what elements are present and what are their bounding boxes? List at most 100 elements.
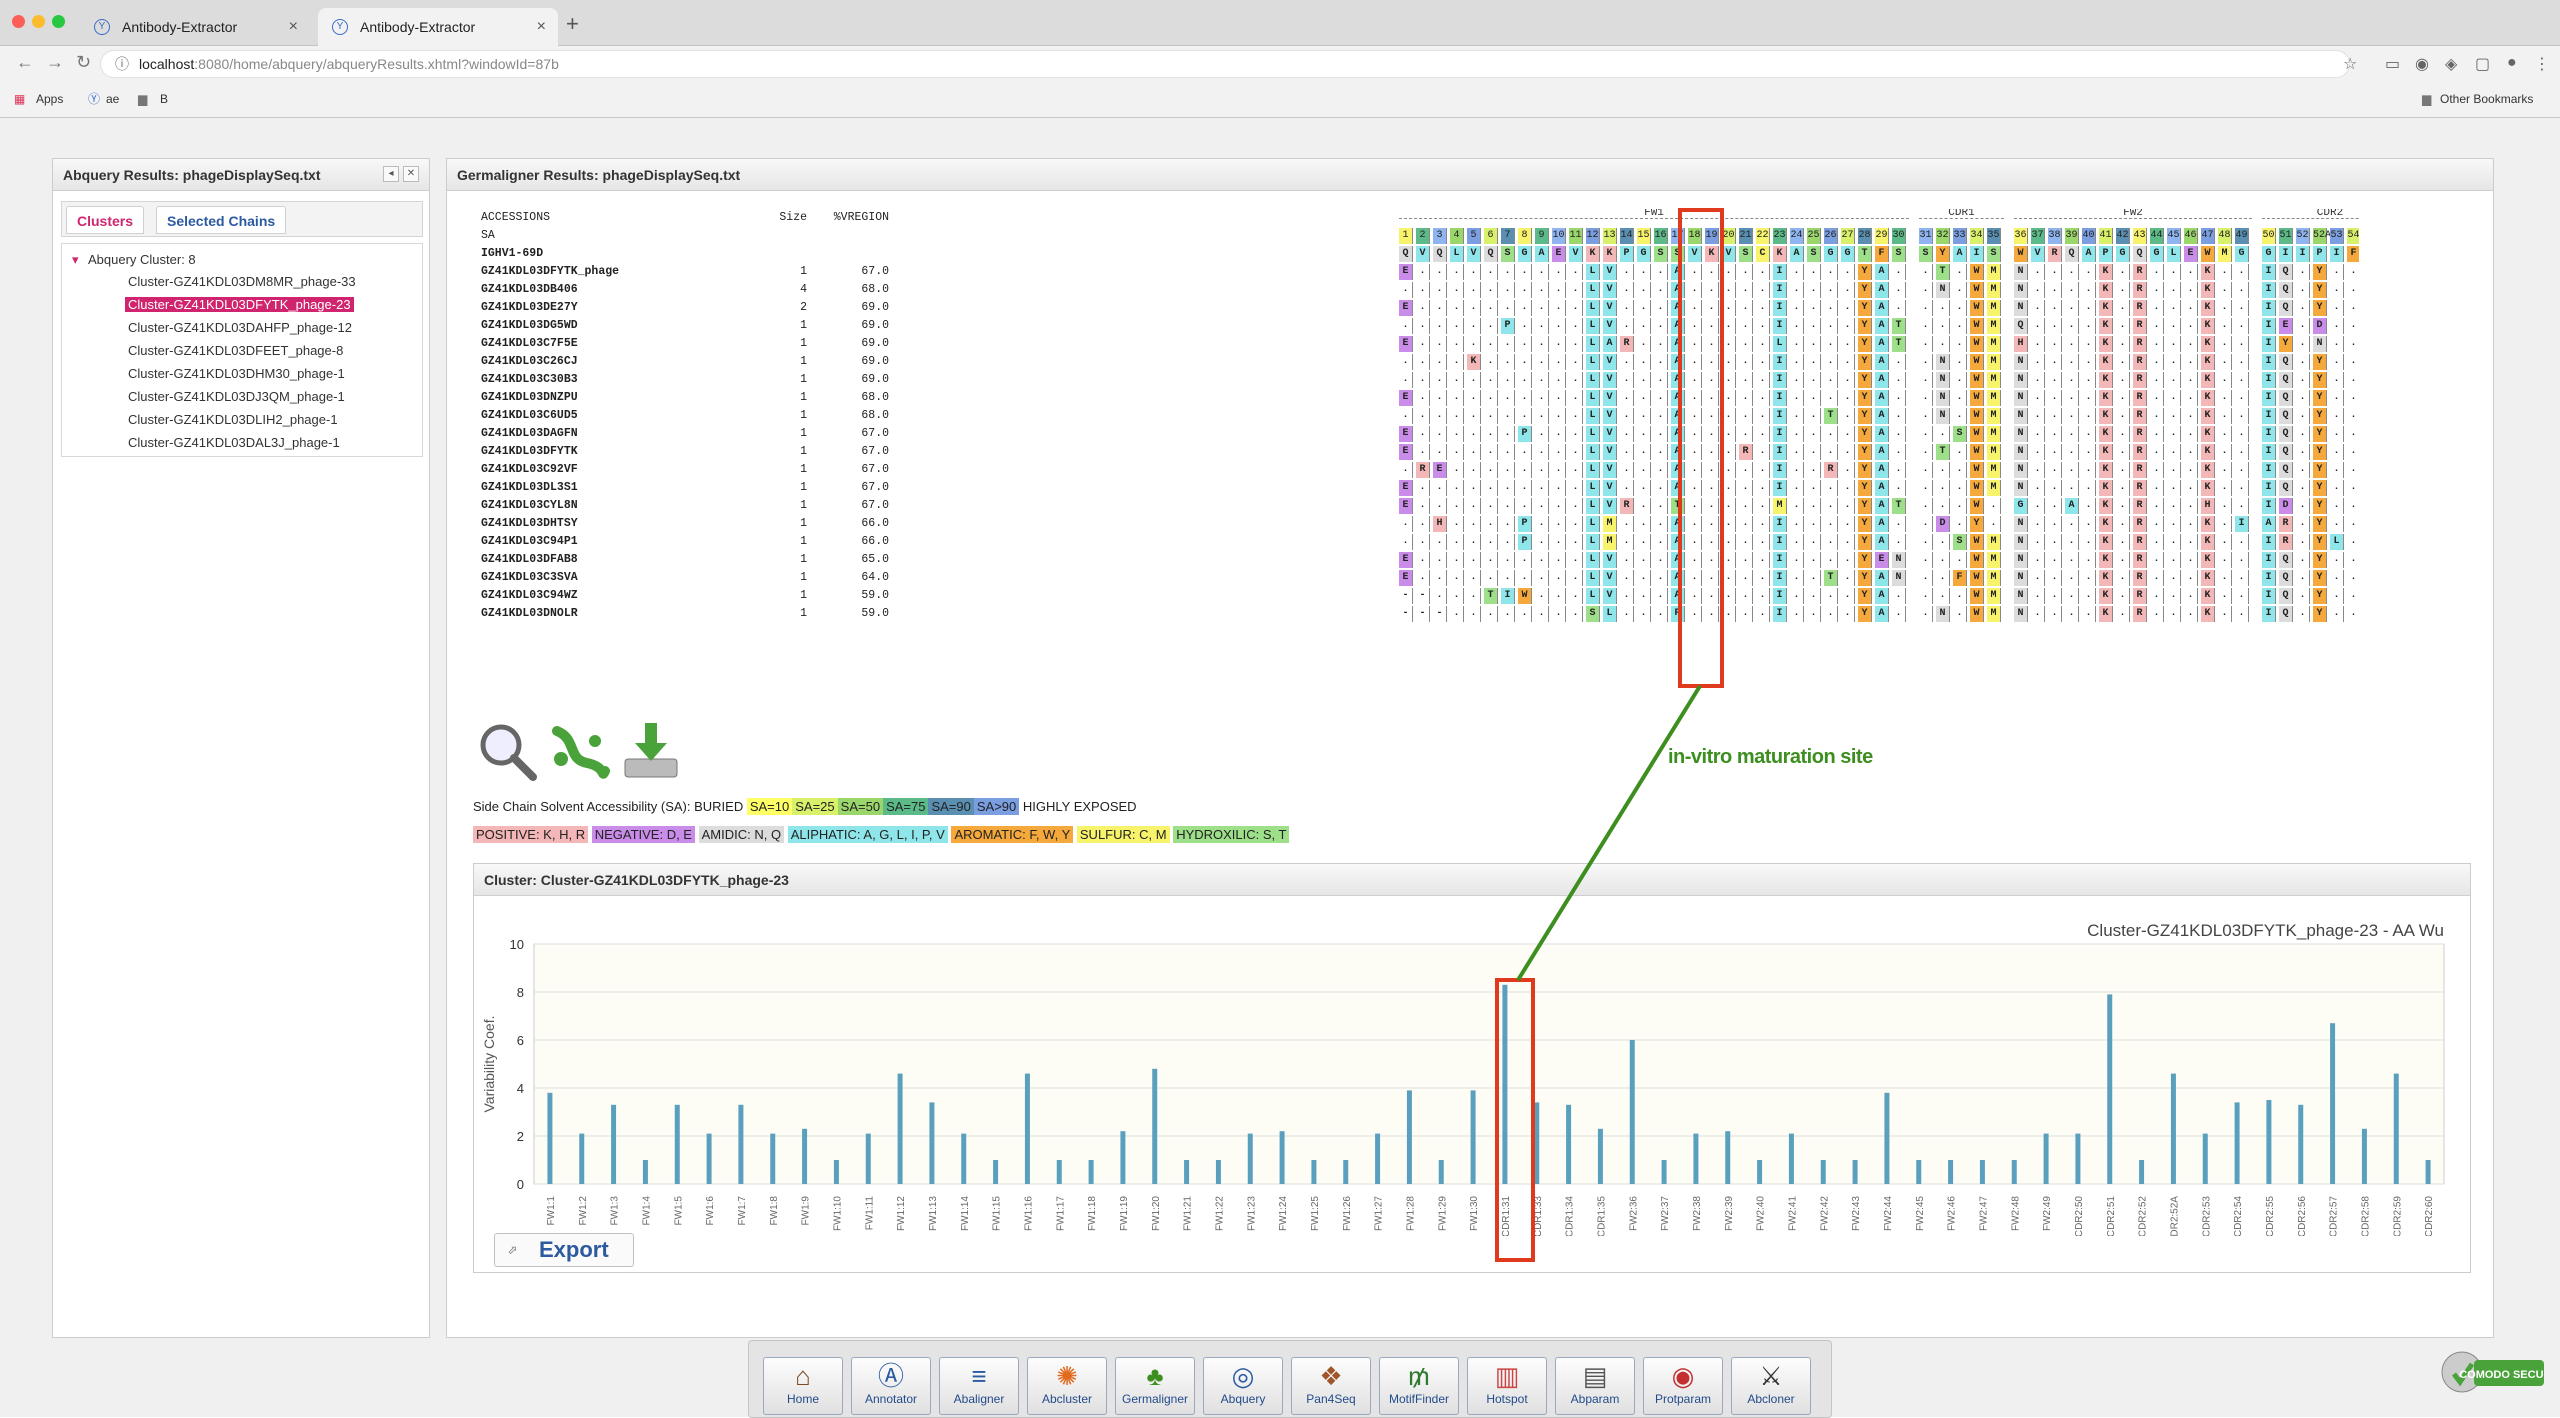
extension-icon[interactable]: ▢ [2475, 54, 2490, 74]
alignment-row[interactable]: GZ41KDL03C94P1 1 66.0....... P... L M... A....… [479, 533, 2359, 551]
residue-cell: . [1552, 264, 1566, 280]
close-tab-icon[interactable]: × [289, 8, 298, 46]
alignment-row[interactable]: GZ41KDL03CYL8N 1 67.0 E.......... L V R.. T....… [479, 497, 2359, 515]
x-tick-label: FW2:48 [2010, 1196, 2021, 1231]
back-icon[interactable]: ← [16, 52, 34, 73]
residue-cell: . [1450, 300, 1464, 316]
zoom-window-button[interactable] [52, 15, 65, 28]
close-panel-icon[interactable]: ✕ [403, 166, 419, 182]
dock-hotspot-button[interactable]: ▥ Hotspot [1467, 1357, 1547, 1415]
alignment-row[interactable]: GZ41KDL03C30B3 1 69.0........... L V... A....… [479, 371, 2359, 389]
tree-expand-icon[interactable]: ▾ [72, 252, 79, 268]
search-icon[interactable] [475, 719, 539, 783]
tab-clusters[interactable]: Clusters [66, 206, 145, 234]
alignment-row[interactable]: GZ41KDL03DL3S1 1 67.0 E.......... L V... A....… [479, 479, 2359, 497]
cluster-item[interactable]: Cluster-GZ41KDL03DLIH2_phage-1 [128, 412, 338, 427]
position-number: 51 [2279, 228, 2293, 244]
alignment-row[interactable]: GZ41KDL03DB406 4 68.0........... L V... A....… [479, 281, 2359, 299]
dock-abaligner-button[interactable]: ≡ Abaligner [939, 1357, 1019, 1415]
residue-cell: . [2082, 354, 2096, 370]
alignment-row[interactable]: GZ41KDL03C94WZ 1 59.0- -... T I W... L V... A....… [479, 587, 2359, 605]
residue-cell: . [1722, 390, 1736, 406]
alignment-row[interactable]: GZ41KDL03DFYTK_phage 1 67.0 E.......... L V..… [479, 263, 2359, 281]
browser-tab-1[interactable]: Y Antibody-Extractor × [80, 8, 310, 46]
alignment-row[interactable]: GZ41KDL03DNZPU 1 68.0 E.......... L V... A....… [479, 389, 2359, 407]
residue-cell: . [1807, 390, 1821, 406]
residue-cell: Y [1858, 462, 1872, 478]
url-field[interactable]: ⓘ localhost:8080/home/abquery/abqueryRes… [100, 50, 2350, 78]
new-tab-icon[interactable]: + [566, 11, 579, 37]
alignment-row[interactable]: GZ41KDL03C26CJ 1 69.0.... K...... L V... A....… [479, 353, 2359, 371]
cluster-item[interactable]: Cluster-GZ41KDL03DFYTK_phage-23 [125, 297, 354, 312]
germline-row[interactable]: IGHV1-69D Q V Q L V Q S G A E V K K P G S S V K V S C K A S G G T F S S… [479, 245, 2359, 263]
download-icon[interactable] [619, 719, 683, 783]
dock-abparam-button[interactable]: ▤ Abparam [1555, 1357, 1635, 1415]
cluster-item[interactable]: Cluster-GZ41KDL03DM8MR_phage-33 [128, 274, 356, 289]
residue-cell: . [2082, 534, 2096, 550]
alignment-row[interactable]: GZ41KDL03DG5WD 1 69.0...... P.... L V... A....… [479, 317, 2359, 335]
bookmark-ae[interactable]: ae [106, 84, 119, 114]
bookmark-star-icon[interactable]: ☆ [2343, 54, 2357, 74]
cluster-item[interactable]: Cluster-GZ41KDL03DHM30_phage-1 [128, 366, 345, 381]
dock-abcloner-button[interactable]: ⚔ Abcloner [1731, 1357, 1811, 1415]
alignment-row[interactable]: GZ41KDL03C92VF 1 67.0. R E........ L V... A....… [479, 461, 2359, 479]
alignment-row[interactable]: GZ41KDL03DFYTK 1 67.0 E.......... L V... A... R… [479, 443, 2359, 461]
alignment-row[interactable]: GZ41KDL03C7F5E 1 69.0 E.......... L A R.. A....… [479, 335, 2359, 353]
cluster-item[interactable]: Cluster-GZ41KDL03DFEET_phage-8 [128, 343, 343, 358]
residue-cell: . [1824, 606, 1838, 622]
vregion-value: 65.0 [861, 553, 889, 566]
residue-cell: . [1756, 588, 1770, 604]
molecule-icon[interactable] [547, 719, 611, 783]
residue-cell: . [1824, 318, 1838, 334]
bookmark-apps[interactable]: Apps [36, 84, 63, 114]
extension-icon[interactable]: ▭ [2385, 54, 2400, 74]
alignment-row[interactable]: GZ41KDL03DE27Y 2 69.0 E.......... L V... A....… [479, 299, 2359, 317]
apps-grid-icon[interactable]: ▦ [14, 84, 25, 114]
dock-abcluster-button[interactable]: ✺ Abcluster [1027, 1357, 1107, 1415]
residue-cell: . [2296, 570, 2310, 586]
residue-cell: W [1970, 300, 1984, 316]
forward-icon[interactable]: → [46, 52, 64, 73]
reload-icon[interactable]: ↻ [76, 52, 91, 73]
cluster-item[interactable]: Cluster-GZ41KDL03DAL3J_phage-1 [128, 435, 340, 450]
export-button[interactable]: ⬀ Export [494, 1233, 634, 1267]
alignment-row[interactable]: GZ41KDL03DFAB8 1 65.0 E.......... L V... A....… [479, 551, 2359, 569]
alignment-row[interactable]: GZ41KDL03DNOLR 1 59.0- - -........ S L... P....… [479, 605, 2359, 623]
cluster-item[interactable]: Cluster-GZ41KDL03DJ3QM_phage-1 [128, 389, 345, 404]
browser-tab-2[interactable]: Y Antibody-Extractor × [318, 8, 558, 46]
residue-cell: . [1953, 318, 1967, 334]
residue-cell: . [2150, 264, 2164, 280]
close-window-button[interactable] [12, 15, 25, 28]
position-number: 46 [2184, 228, 2198, 244]
dock-pan4seq-button[interactable]: ❖ Pan4Seq [1291, 1357, 1371, 1415]
cluster-item[interactable]: Cluster-GZ41KDL03DAHFP_phage-12 [128, 320, 352, 335]
minimize-window-button[interactable] [32, 15, 45, 28]
dock-germaligner-button[interactable]: ♣ Germaligner [1115, 1357, 1195, 1415]
residue-cell: . [2065, 588, 2079, 604]
extension-icon[interactable]: ◈ [2445, 54, 2457, 74]
bookmark-other[interactable]: Other Bookmarks [2440, 84, 2533, 114]
bookmark-b[interactable]: B [160, 84, 168, 114]
export-label: Export [539, 1237, 609, 1262]
profile-icon[interactable]: ● [2507, 54, 2517, 72]
dock-home-button[interactable]: ⌂ Home [763, 1357, 843, 1415]
alignment-row[interactable]: GZ41KDL03DHTSY 1 66.0.. H.... P... L M... A....… [479, 515, 2359, 533]
tab-selected-chains[interactable]: Selected Chains [156, 206, 287, 234]
residue-cell: . [2082, 372, 2096, 388]
bar [1916, 1160, 1922, 1184]
residue-cell: T [1824, 408, 1838, 424]
dock-annotator-button[interactable]: Ⓐ Annotator [851, 1357, 931, 1415]
dock-abquery-button[interactable]: ◎ Abquery [1203, 1357, 1283, 1415]
close-tab-icon[interactable]: × [537, 8, 546, 46]
alignment-row[interactable]: GZ41KDL03C3SVA 1 64.0 E.......... L V... A....… [479, 569, 2359, 587]
residue-cell: . [1739, 354, 1753, 370]
collapse-panel-icon[interactable]: ◂ [383, 166, 399, 182]
dock-protparam-button[interactable]: ◉ Protparam [1643, 1357, 1723, 1415]
tree-root[interactable]: Abquery Cluster: 8 [88, 252, 196, 267]
alignment-row[interactable]: GZ41KDL03DAGFN 1 67.0 E...... P... L V... A....… [479, 425, 2359, 443]
alignment-row[interactable]: GZ41KDL03C6UD5 1 68.0........... L V... A....… [479, 407, 2359, 425]
dock-motiffinder-button[interactable]: ₥ MotifFinder [1379, 1357, 1459, 1415]
menu-icon[interactable]: ⋮ [2534, 54, 2550, 74]
extension-icon[interactable]: ◉ [2415, 54, 2429, 74]
residue-cell: G [1637, 246, 1651, 262]
